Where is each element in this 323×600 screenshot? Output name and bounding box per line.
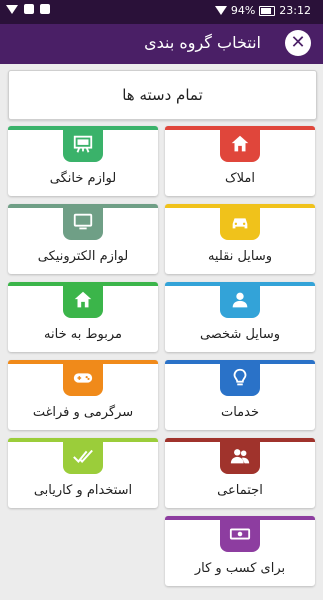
all-categories-label: تمام دسته ها <box>122 86 203 104</box>
category-electronics[interactable]: لوازم الکترونیکی <box>8 204 158 274</box>
category-real-estate[interactable]: املاک <box>165 126 315 196</box>
category-label: وسایل شخصی <box>199 327 281 342</box>
category-label: سرگرمی و فراغت <box>32 405 134 420</box>
category-label: اجتماعی <box>217 483 263 498</box>
status-bar: 94% 23:12 <box>0 0 323 24</box>
projector-board-icon <box>63 126 103 162</box>
house-icon <box>220 126 260 162</box>
status-left-icons <box>6 4 50 14</box>
house-icon <box>63 282 103 318</box>
gamepad-icon <box>63 360 103 396</box>
category-services[interactable]: خدمات <box>165 360 315 430</box>
monitor-icon <box>63 204 103 240</box>
category-label: خدمات <box>220 405 260 420</box>
clock: 23:12 <box>279 4 311 17</box>
people-icon <box>220 438 260 474</box>
category-personal-items[interactable]: وسایل شخصی <box>165 282 315 352</box>
category-label: استخدام و کاریابی <box>33 483 133 498</box>
money-icon <box>220 516 260 552</box>
category-label: لوازم خانگی <box>49 171 117 186</box>
category-social[interactable]: اجتماعی <box>165 438 315 508</box>
category-business[interactable]: برای کسب و کار <box>165 516 315 586</box>
car-icon <box>220 204 260 240</box>
category-label: وسایل نقلیه <box>207 249 273 264</box>
image-notification-icon <box>24 4 34 14</box>
category-label: املاک <box>225 171 255 186</box>
category-label: مربوط به خانه <box>44 327 122 342</box>
category-home-appliances[interactable]: لوازم خانگی <box>8 126 158 196</box>
category-entertainment[interactable]: سرگرمی و فراغت <box>8 360 158 430</box>
signal-icon <box>214 6 227 15</box>
app-bar: انتخاب گروه بندی ✕ <box>0 24 323 64</box>
check-marks-icon <box>63 438 103 474</box>
category-employment[interactable]: استخدام و کاریابی <box>8 438 158 508</box>
lightbulb-icon <box>220 360 260 396</box>
category-label: لوازم الکترونیکی <box>37 249 129 264</box>
close-button[interactable]: ✕ <box>285 30 311 56</box>
person-icon <box>220 282 260 318</box>
notification-icon <box>6 4 18 14</box>
battery-text: 94% <box>230 4 256 17</box>
all-categories-button[interactable]: تمام دسته ها <box>8 70 317 120</box>
status-right: 94% 23:12 <box>214 4 311 17</box>
category-vehicles[interactable]: وسایل نقلیه <box>165 204 315 274</box>
category-label: برای کسب و کار <box>194 561 286 576</box>
close-icon: ✕ <box>290 32 306 53</box>
category-home-related[interactable]: مربوط به خانه <box>8 282 158 352</box>
page-title: انتخاب گروه بندی <box>144 33 261 52</box>
battery-icon <box>259 5 276 16</box>
image-notification-icon <box>40 4 50 14</box>
